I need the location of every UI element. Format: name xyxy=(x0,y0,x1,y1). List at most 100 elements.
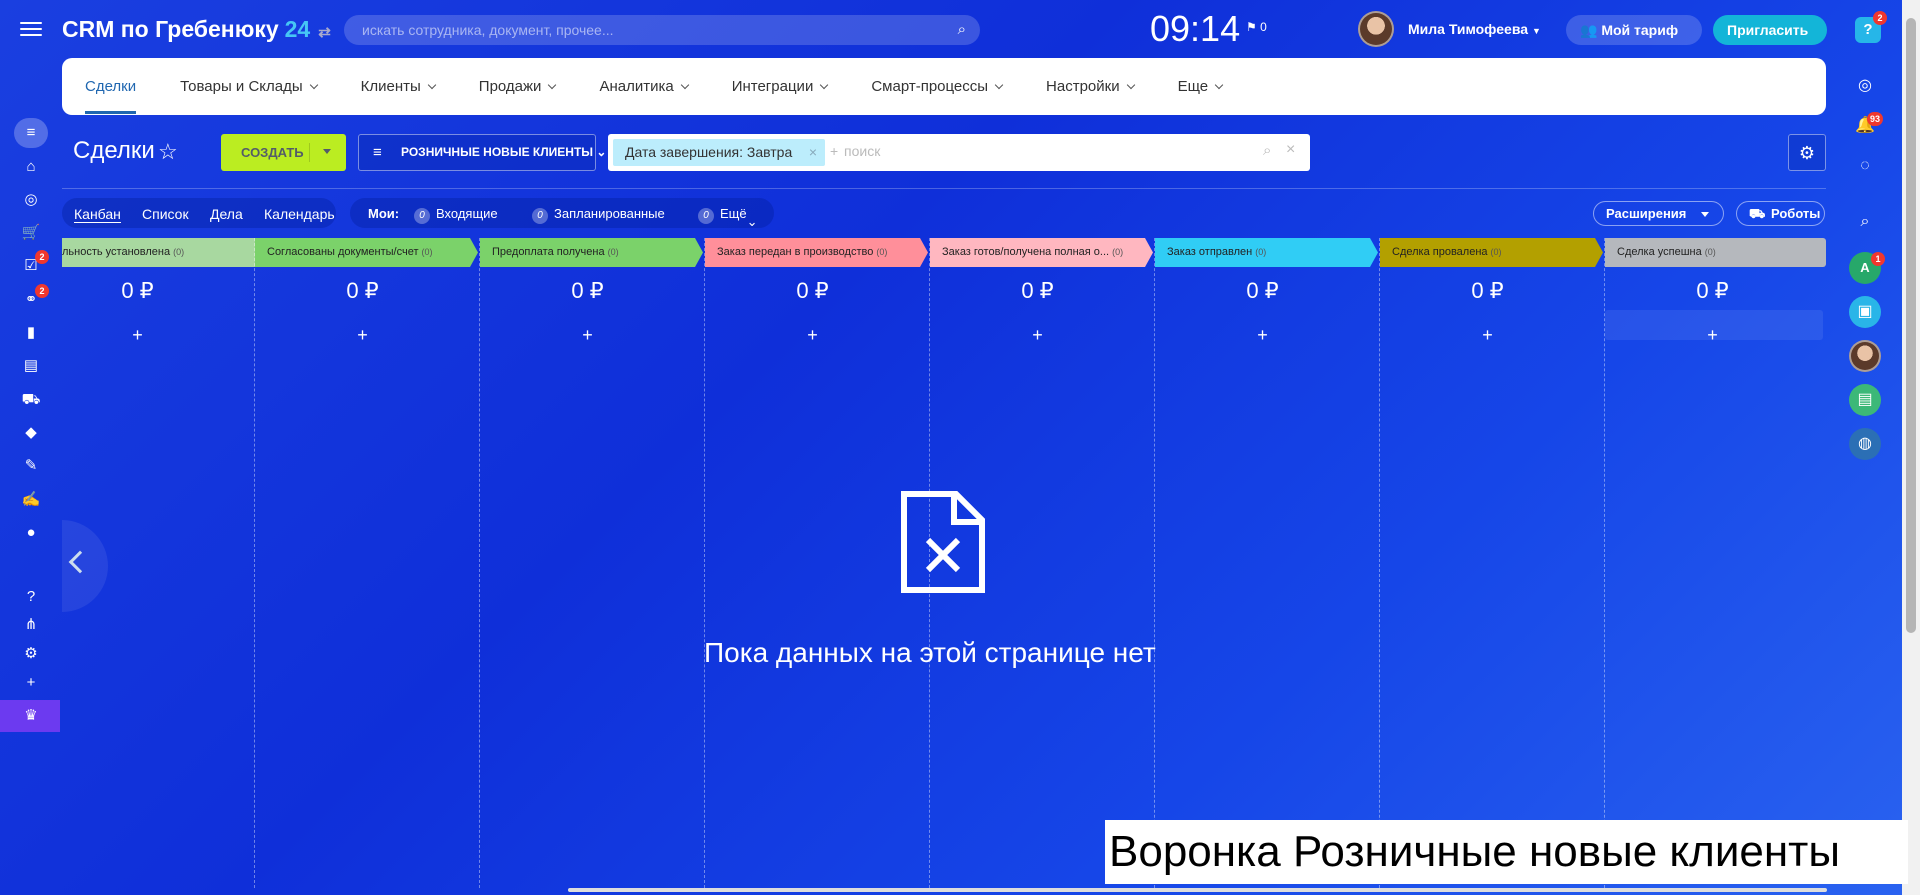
add-deal-button[interactable]: + xyxy=(1375,325,1600,346)
tariff-button[interactable]: 👥 Мой тариф ▼ xyxy=(1566,15,1702,67)
notifications-icon[interactable]: 🔔 93 xyxy=(1849,110,1884,142)
menu-item-analytics[interactable]: Аналитика xyxy=(599,78,689,95)
global-search-input[interactable]: искать сотрудника, документ, прочее... ⌕ xyxy=(344,15,980,45)
counter-more[interactable]: 0 Ещё ⌄ xyxy=(698,206,758,229)
menu-item-clients[interactable]: Клиенты xyxy=(361,78,437,95)
stage-name: льность установлена xyxy=(62,246,171,258)
add-deal-button[interactable]: + xyxy=(1150,325,1375,346)
tab-calendar[interactable]: Календарь xyxy=(264,206,335,222)
menu-item-products[interactable]: Товары и Склады xyxy=(180,78,318,95)
stage-header[interactable]: Сделка провалена (0) xyxy=(1380,238,1603,267)
invite-button[interactable]: Пригласить ▼ xyxy=(1713,15,1827,67)
chevron-down-icon: ⌄ xyxy=(746,214,758,229)
help-icon[interactable]: ? 2 xyxy=(1855,11,1887,43)
tab-list[interactable]: Список xyxy=(142,206,189,222)
check-circle-icon[interactable]: ● xyxy=(19,521,43,545)
user-avatar[interactable] xyxy=(1358,11,1394,47)
flag-counter[interactable]: ⚑ 0 xyxy=(1246,20,1267,34)
scrollbar-thumb[interactable] xyxy=(1906,18,1916,633)
counter-planned[interactable]: 0 Запланированные xyxy=(532,206,665,224)
settings-icon[interactable]: ⚙ xyxy=(19,642,43,666)
search-icon[interactable]: ⌕ xyxy=(1849,206,1881,238)
app-logo[interactable]: CRM по Гребенюку 24 ⇄ xyxy=(62,16,331,43)
target-icon[interactable]: ◎ xyxy=(19,188,43,212)
menu-label: Аналитика xyxy=(599,78,674,95)
chevron-down-icon xyxy=(427,80,437,90)
home-icon[interactable]: ⌂ xyxy=(19,155,43,179)
menu-label: Интеграции xyxy=(731,78,814,95)
box-icon[interactable]: ◆ xyxy=(19,421,43,445)
add-deal-button[interactable]: + xyxy=(1600,325,1825,346)
chip-close-icon[interactable]: × xyxy=(809,139,817,166)
create-button[interactable]: СОЗДАТЬ xyxy=(221,134,346,171)
robot-icon[interactable]: ⛟ xyxy=(19,388,43,412)
structure-icon[interactable]: ⋔ xyxy=(19,613,43,637)
menu-item-smart-processes[interactable]: Смарт-процессы xyxy=(871,78,1004,95)
stage-header[interactable]: Предоплата получена (0) xyxy=(480,238,703,267)
plus-icon[interactable]: + xyxy=(19,671,43,695)
cart-icon[interactable]: 🛒 xyxy=(19,221,43,245)
switch-icon[interactable]: ⇄ xyxy=(318,24,331,41)
openlines-icon[interactable]: ▣ xyxy=(1849,296,1881,328)
contacts-icon[interactable]: ▤ xyxy=(19,354,43,378)
group-avatar[interactable]: ◍ xyxy=(1849,428,1881,460)
horizontal-scrollbar[interactable] xyxy=(568,888,1827,892)
menu-item-sales[interactable]: Продажи xyxy=(479,78,557,95)
hamburger-icon[interactable] xyxy=(20,18,42,38)
clock[interactable]: 09:14 xyxy=(1150,8,1240,50)
crown-button[interactable]: ♛ xyxy=(0,700,60,732)
filter-search-input[interactable]: Дата завершения: Завтра × + поиск ⌕ × xyxy=(608,134,1310,171)
chat-icon[interactable]: ◌ xyxy=(1849,150,1881,182)
stage-header[interactable]: Заказ передан в производство (0) xyxy=(705,238,928,267)
add-deal-button[interactable]: + xyxy=(250,325,475,346)
add-deal-button[interactable]: + xyxy=(700,325,925,346)
menu-item-integrations[interactable]: Интеграции xyxy=(731,78,829,95)
user-menu[interactable]: Мила Тимофеева ▼ xyxy=(1408,21,1541,37)
filter-icon[interactable]: ≡ xyxy=(19,121,43,145)
contact-avatar[interactable] xyxy=(1849,340,1881,372)
stage-header[interactable]: Сделка успешна (0) xyxy=(1605,238,1826,267)
document-icon[interactable]: ✎ xyxy=(19,454,43,478)
chevron-down-icon[interactable] xyxy=(323,149,331,154)
tasks-badge: 2 xyxy=(35,250,49,264)
add-deal-button[interactable]: + xyxy=(475,325,700,346)
star-icon[interactable]: ☆ xyxy=(158,139,178,165)
stage-count: (0) xyxy=(1704,247,1716,257)
add-deal-button[interactable]: + xyxy=(925,325,1150,346)
add-filter-icon[interactable]: + xyxy=(830,143,838,159)
clear-icon[interactable]: × xyxy=(1286,141,1295,159)
funnel-select-button[interactable]: ≡ РОЗНИЧНЫЕ НОВЫЕ КЛИЕНТЫ ⌄ xyxy=(358,134,606,171)
tasks-icon[interactable]: ☑ 2 xyxy=(19,250,49,278)
filter-chip[interactable]: Дата завершения: Завтра × xyxy=(613,139,825,166)
stage-header[interactable]: Заказ готов/получена полная о... (0) xyxy=(930,238,1153,267)
tab-activities[interactable]: Дела xyxy=(210,206,243,222)
search-icon[interactable]: ⌕ xyxy=(1263,142,1271,159)
menu-item-more[interactable]: Еще xyxy=(1177,78,1224,95)
robots-button[interactable]: ⛟ Роботы xyxy=(1736,201,1825,226)
stage-header[interactable]: Согласованы документы/счет (0) xyxy=(255,238,478,267)
help-circle-icon[interactable]: ? xyxy=(19,585,43,609)
chevron-down-icon[interactable] xyxy=(1701,212,1709,217)
menu-item-settings[interactable]: Настройки xyxy=(1046,78,1135,95)
add-deal-button[interactable]: + xyxy=(25,325,250,346)
flag-count: 0 xyxy=(1260,20,1267,34)
page-scrollbar[interactable] xyxy=(1902,0,1920,895)
contact-avatar[interactable]: A1 xyxy=(1849,252,1885,284)
notifications-badge: 93 xyxy=(1867,112,1884,126)
menu-label: Еще xyxy=(1177,78,1209,95)
copilot-icon[interactable]: ◎ xyxy=(1849,70,1881,102)
stage-name: Заказ передан в производство xyxy=(717,246,874,258)
stage-header[interactable]: Заказ отправлен (0) xyxy=(1155,238,1378,267)
chevron-down-icon xyxy=(309,80,318,90)
my-counters: Мои: 0 Входящие 0 Запланированные 0 Ещё ⌄ xyxy=(350,198,774,229)
search-icon[interactable]: ⌕ xyxy=(958,15,966,45)
counter-incoming[interactable]: 0 Входящие xyxy=(414,206,498,224)
sign-icon[interactable]: ✍ xyxy=(19,488,43,512)
settings-gear-button[interactable]: ⚙ xyxy=(1788,134,1826,171)
notes-icon[interactable]: ▤ xyxy=(1849,384,1881,416)
scroll-left-button[interactable] xyxy=(62,520,108,612)
extensions-button[interactable]: Расширения xyxy=(1593,201,1724,226)
counter-label: Входящие xyxy=(436,206,498,221)
menu-item-deals[interactable]: Сделки xyxy=(85,60,137,114)
tab-kanban[interactable]: Канбан xyxy=(74,206,121,223)
